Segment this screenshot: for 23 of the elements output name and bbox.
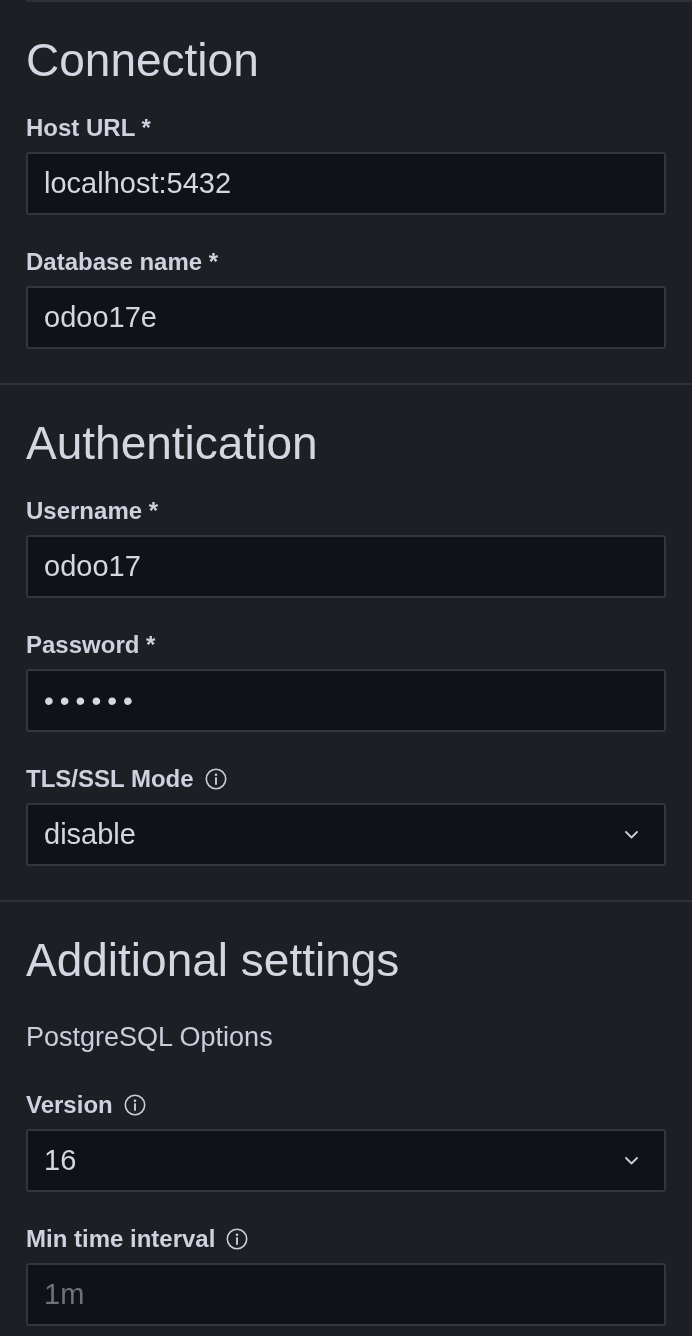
field-label: Database name * bbox=[26, 248, 219, 276]
input-field[interactable]: localhost:5432 bbox=[26, 152, 666, 215]
field-label: Min time interval bbox=[26, 1225, 216, 1253]
field-label: Host URL * bbox=[26, 114, 151, 142]
input-field[interactable]: odoo17e bbox=[26, 286, 666, 349]
info-icon[interactable] bbox=[204, 768, 227, 790]
info-icon[interactable] bbox=[226, 1228, 249, 1250]
input-field[interactable]: odoo17 bbox=[26, 535, 666, 598]
select-field[interactable]: disable bbox=[26, 803, 666, 866]
chevron-down-icon bbox=[625, 830, 638, 839]
section-heading: Additional settings bbox=[26, 933, 401, 987]
field-label: Password * bbox=[26, 631, 156, 659]
info-icon[interactable] bbox=[123, 1094, 146, 1116]
field-label: Version bbox=[26, 1091, 113, 1119]
field-label: TLS/SSL Mode bbox=[26, 765, 194, 793]
input-field[interactable]: 1m bbox=[26, 1263, 666, 1326]
password-field[interactable]: •••••• bbox=[26, 669, 666, 732]
section-heading: Connection bbox=[26, 33, 260, 87]
chevron-down-icon bbox=[625, 1156, 638, 1165]
select-field[interactable]: 16 bbox=[26, 1129, 666, 1192]
section-heading: Authentication bbox=[26, 416, 319, 470]
field-label: Username * bbox=[26, 497, 159, 525]
subsection-heading: PostgreSQL Options bbox=[26, 1021, 274, 1053]
